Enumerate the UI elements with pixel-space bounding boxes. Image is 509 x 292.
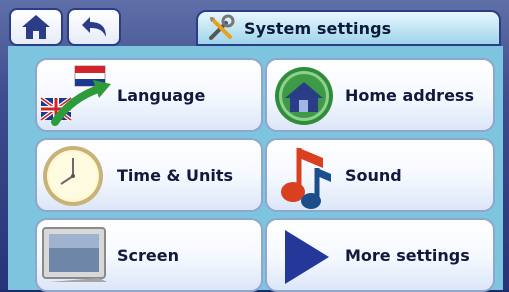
back-arrow-icon	[82, 17, 106, 37]
home-address-label: Home address	[345, 86, 474, 105]
title-bar: System settings	[196, 10, 501, 46]
clock-icon	[43, 146, 103, 206]
sound-label: Sound	[345, 166, 402, 185]
monitor-icon	[42, 227, 107, 282]
time-units-button[interactable]: Time & Units	[35, 138, 263, 212]
settings-screen: System settings Language Home address Ti…	[0, 0, 509, 292]
flags-arrow-icon	[39, 65, 111, 126]
sound-button[interactable]: Sound	[265, 138, 495, 212]
more-settings-button[interactable]: More settings	[265, 218, 495, 292]
house-globe-icon	[275, 67, 333, 125]
play-arrow-icon	[285, 230, 329, 284]
back-button[interactable]	[67, 8, 121, 46]
home-address-button[interactable]: Home address	[265, 58, 495, 132]
tools-icon	[209, 14, 235, 40]
time-units-label: Time & Units	[117, 166, 234, 185]
screen-label: Screen	[117, 246, 179, 265]
header-bar: System settings	[0, 0, 509, 48]
language-button[interactable]: Language	[35, 58, 263, 132]
home-button[interactable]	[9, 8, 63, 46]
home-icon	[22, 15, 50, 39]
music-note-icon	[281, 148, 331, 209]
page-title: System settings	[244, 18, 392, 38]
more-settings-label: More settings	[345, 246, 470, 265]
settings-grid: Language Home address Time & Units Sound…	[8, 46, 503, 292]
screen-button[interactable]: Screen	[35, 218, 263, 292]
language-label: Language	[117, 86, 206, 105]
